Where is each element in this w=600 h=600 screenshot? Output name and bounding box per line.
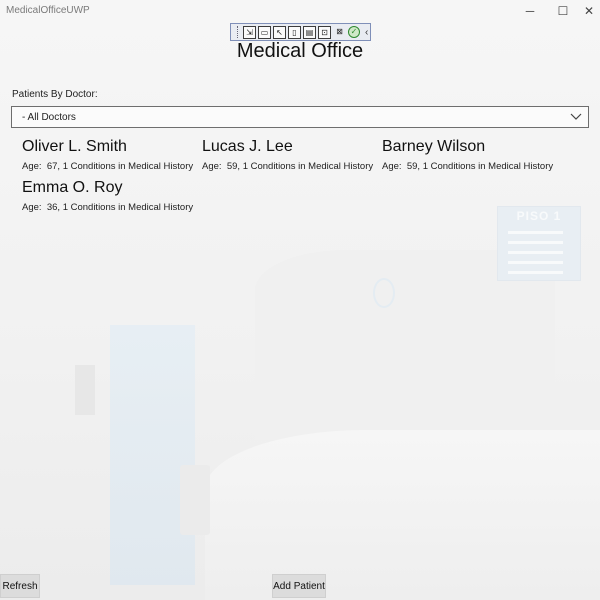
patient-summary: Age: 67, 1 Conditions in Medical History	[22, 161, 193, 172]
background-sign-line	[508, 241, 563, 244]
age-label: Age:	[22, 202, 42, 213]
add-patient-button[interactable]: Add Patient	[272, 574, 326, 598]
layout-icon[interactable]: ▯	[288, 25, 301, 39]
patient-summary: Age: 59, 1 Conditions in Medical History	[202, 161, 373, 172]
age-label: Age:	[382, 161, 402, 172]
minimize-icon: ─	[525, 4, 535, 18]
patient-card[interactable]: Barney Wilson Age: 59, 1 Conditions in M…	[382, 138, 553, 172]
maximize-button[interactable]: ☐	[549, 2, 577, 20]
patient-card[interactable]: Oliver L. Smith Age: 67, 1 Conditions in…	[22, 138, 193, 172]
background-trash-bin	[180, 465, 210, 535]
patient-conditions: 1 Conditions in Medical History	[62, 161, 194, 172]
patient-summary: Age: 36, 1 Conditions in Medical History	[22, 202, 193, 213]
track-focus-icon[interactable]: ⊡	[318, 25, 331, 39]
patient-summary: Age: 59, 1 Conditions in Medical History	[382, 161, 553, 172]
minimize-button[interactable]: ─	[516, 2, 544, 20]
background-sign-line	[508, 261, 563, 264]
binding-icon[interactable]: ⊠	[333, 26, 346, 39]
doctor-filter-combobox[interactable]: - All Doctors	[11, 106, 589, 128]
background-sign-line	[508, 251, 563, 254]
patient-card[interactable]: Lucas J. Lee Age: 59, 1 Conditions in Me…	[202, 138, 373, 172]
background-pillar	[255, 250, 555, 440]
select-element-icon[interactable]: ⇲	[243, 25, 256, 39]
patient-age: 59,	[406, 161, 421, 172]
refresh-button[interactable]: Refresh	[0, 574, 40, 598]
close-icon: ✕	[583, 4, 595, 18]
pointer-icon[interactable]: ↖	[273, 25, 286, 39]
patient-card[interactable]: Emma O. Roy Age: 36, 1 Conditions in Med…	[22, 179, 193, 213]
background-doorway	[110, 325, 195, 585]
patient-conditions: 1 Conditions in Medical History	[62, 202, 194, 213]
patient-age: 59,	[226, 161, 241, 172]
ok-icon[interactable]: ✓	[348, 26, 360, 38]
background-desk	[205, 430, 600, 600]
doctor-filter-value: - All Doctors	[22, 112, 76, 123]
xaml-debug-toolbar: ⇲ ▭ ↖ ▯ ▤ ⊡ ⊠ ✓ ‹	[230, 23, 371, 41]
maximize-icon: ☐	[557, 4, 569, 18]
close-button[interactable]: ✕	[575, 2, 600, 20]
patient-conditions: 1 Conditions in Medical History	[242, 161, 374, 172]
patient-name: Emma O. Roy	[22, 179, 123, 196]
age-label: Age:	[202, 161, 222, 172]
patient-name: Oliver L. Smith	[22, 138, 127, 155]
patient-name: Lucas J. Lee	[202, 138, 293, 155]
video-icon[interactable]: ▭	[258, 25, 271, 39]
doctor-filter-label: Patients By Doctor:	[12, 89, 98, 100]
patient-conditions: 1 Conditions in Medical History	[422, 161, 554, 172]
title-bar[interactable]: MedicalOfficeUWP ─ ☐ ✕	[0, 0, 600, 22]
background-clock	[373, 278, 395, 308]
page-title: Medical Office	[236, 40, 364, 62]
patient-name: Barney Wilson	[382, 138, 486, 155]
adorner-icon[interactable]: ▤	[303, 25, 316, 39]
background-sign-line	[508, 271, 563, 274]
patient-age: 36,	[46, 202, 61, 213]
app-title: MedicalOfficeUWP	[6, 5, 90, 16]
collapse-icon[interactable]: ‹	[365, 27, 368, 38]
background-panel	[75, 365, 95, 415]
toolbar-grip[interactable]	[237, 26, 239, 38]
background-sign-line	[508, 231, 563, 234]
chevron-down-icon	[570, 109, 582, 128]
patient-age: 67,	[46, 161, 61, 172]
background-sign: PISO 1	[497, 206, 581, 281]
background-sign-title: PISO 1	[516, 209, 562, 223]
age-label: Age:	[22, 161, 42, 172]
